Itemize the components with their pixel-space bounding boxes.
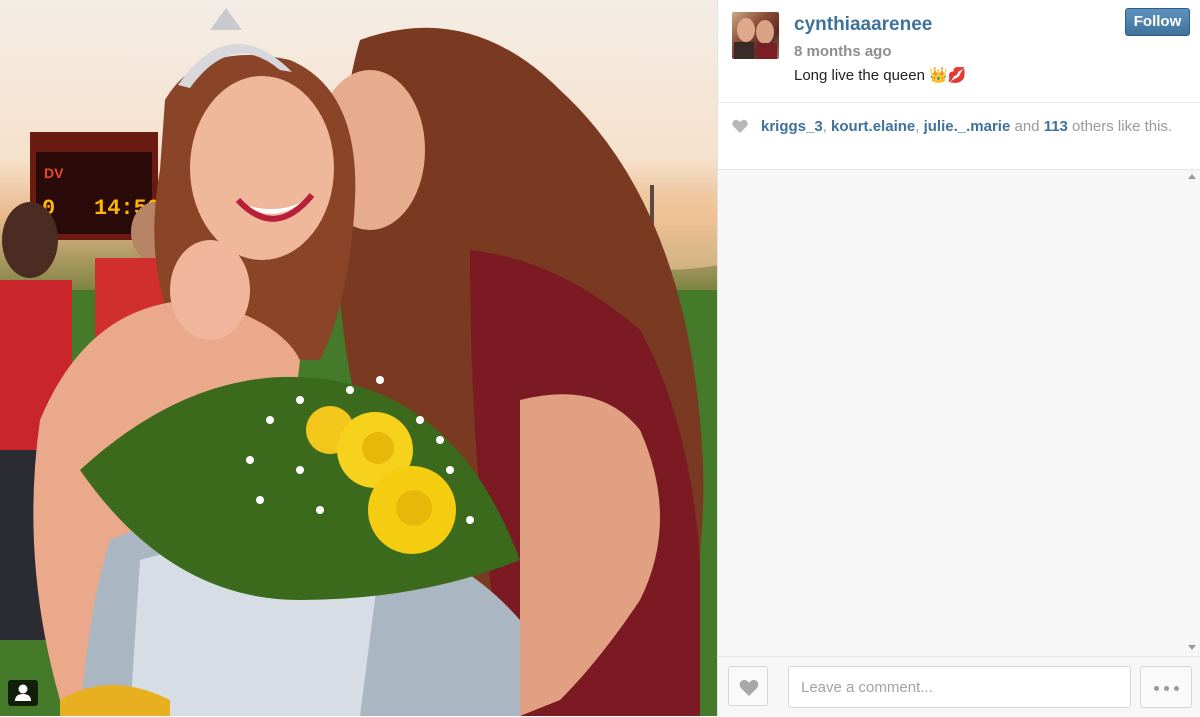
likes-and: and	[1010, 118, 1044, 135]
avatar-image	[734, 18, 777, 59]
liker-link[interactable]: kourt.elaine	[831, 118, 915, 135]
scroll-down-arrow-icon[interactable]	[1188, 645, 1196, 650]
user-tag-button[interactable]	[8, 680, 38, 706]
person-icon	[15, 684, 31, 701]
comment-bar	[718, 656, 1200, 717]
likes-others-count[interactable]: 113	[1044, 118, 1068, 135]
liker-link[interactable]: julie._.marie	[924, 118, 1011, 135]
like-button[interactable]	[728, 666, 768, 706]
liker-link[interactable]: kriggs_3	[761, 118, 823, 135]
comments-list[interactable]	[718, 170, 1200, 656]
more-options-button[interactable]	[1140, 666, 1192, 708]
post-timestamp: 8 months ago	[794, 43, 892, 60]
post-caption: Long live the queen 👑💋	[794, 67, 967, 84]
likes-separator: ,	[822, 118, 832, 135]
likes-section: kriggs_3, kourt.elaine, julie._.marie an…	[718, 103, 1200, 170]
post-header: cynthiaaarenee 8 months ago Long live th…	[718, 0, 1200, 103]
heart-icon	[732, 119, 748, 133]
photo-scene: DV 0 14:56	[0, 8, 717, 716]
post-sidebar: cynthiaaarenee 8 months ago Long live th…	[717, 0, 1200, 717]
follow-button[interactable]: Follow	[1125, 8, 1190, 36]
post-photo[interactable]: DV 0 14:56	[0, 0, 717, 716]
username-link[interactable]: cynthiaaarenee	[794, 14, 932, 36]
avatar[interactable]	[732, 12, 779, 59]
scroll-up-arrow-icon[interactable]	[1188, 174, 1196, 179]
svg-text:DV: DV	[44, 165, 64, 181]
heart-icon	[739, 679, 759, 696]
likes-separator: ,	[915, 118, 924, 135]
likes-others-label: others like this.	[1067, 118, 1173, 135]
comment-input[interactable]	[788, 666, 1131, 708]
likes-text: kriggs_3, kourt.elaine, julie._.marie an…	[761, 117, 1176, 136]
